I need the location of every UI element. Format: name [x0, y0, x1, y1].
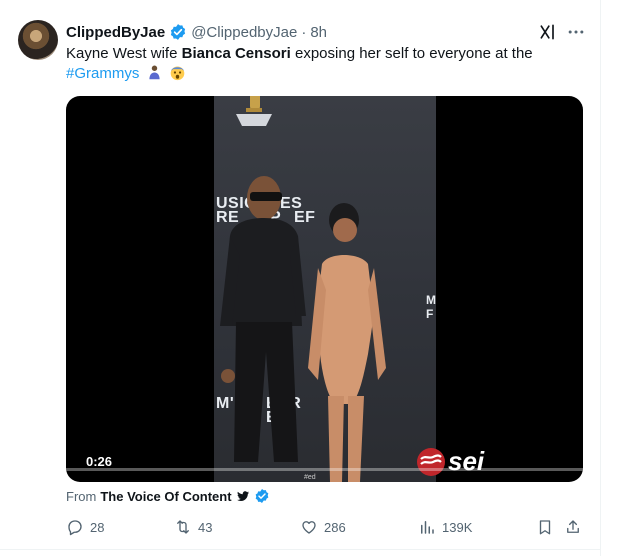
- watermark-text: sei: [448, 446, 485, 476]
- video-caption-tag: #ed: [304, 474, 316, 481]
- repost-count: 43: [198, 519, 213, 535]
- like-button[interactable]: 286: [300, 516, 346, 538]
- shocked-face-emoji: [170, 66, 184, 81]
- repost-icon: [177, 520, 189, 534]
- views-icon: [421, 521, 434, 534]
- timestamp[interactable]: 8h: [310, 24, 327, 41]
- verified-badge-icon: [171, 24, 186, 40]
- grok-icon[interactable]: [538, 22, 558, 42]
- bird-icon: [236, 491, 249, 502]
- watermark-logo-icon: [417, 447, 445, 476]
- column-border: [600, 0, 601, 556]
- tweet-text-part1: Kayne West wife: [66, 45, 182, 62]
- action-bar: 28 43 286 139K: [66, 516, 586, 538]
- video-people-graphic: [220, 176, 386, 482]
- bookmark-icon: [539, 520, 551, 535]
- display-name[interactable]: ClippedByJae: [66, 24, 165, 41]
- video-frame: USIC ES RE P EF M' EAR ELI M F: [214, 96, 436, 482]
- video-source: From The Voice Of Content: [66, 488, 270, 504]
- repost-button[interactable]: 43: [174, 516, 212, 538]
- views-count: 139K: [442, 519, 473, 535]
- tweet-text: Kayne West wife Bianca Censori exposing …: [66, 44, 586, 84]
- share-icon: [567, 520, 579, 533]
- source-account-link[interactable]: The Voice Of Content: [100, 489, 231, 504]
- tweet-text-part2: exposing her self to everyone at the: [290, 45, 533, 62]
- avatar[interactable]: [18, 20, 58, 60]
- watermark: sei: [416, 446, 484, 477]
- tweet-header: ClippedByJae @ClippedbyJae · 8h: [66, 22, 327, 42]
- share-button[interactable]: [564, 516, 582, 538]
- tweet[interactable]: ClippedByJae @ClippedbyJae · 8h Kayne We…: [0, 0, 622, 556]
- reply-count: 28: [90, 519, 105, 535]
- bookmark-button[interactable]: [536, 516, 554, 538]
- handle[interactable]: @ClippedbyJae: [191, 24, 297, 41]
- source-prefix: From: [66, 488, 97, 504]
- video-player[interactable]: USIC ES RE P EF M' EAR ELI M F: [66, 96, 583, 482]
- tweet-text-bold: Bianca Censori: [181, 45, 291, 62]
- more-icon[interactable]: [566, 22, 586, 42]
- hashtag-link[interactable]: #Grammys: [66, 65, 139, 82]
- views-button[interactable]: 139K: [418, 516, 472, 538]
- person-bowing-emoji: [148, 65, 160, 80]
- video-progress-bar[interactable]: [66, 468, 583, 471]
- reply-icon: [68, 520, 82, 536]
- reply-button[interactable]: 28: [66, 516, 104, 538]
- separator: ·: [301, 23, 307, 41]
- tweet-divider: [0, 549, 600, 550]
- heart-icon: [302, 521, 316, 534]
- verified-badge-icon: [255, 489, 268, 503]
- like-count: 286: [324, 519, 346, 535]
